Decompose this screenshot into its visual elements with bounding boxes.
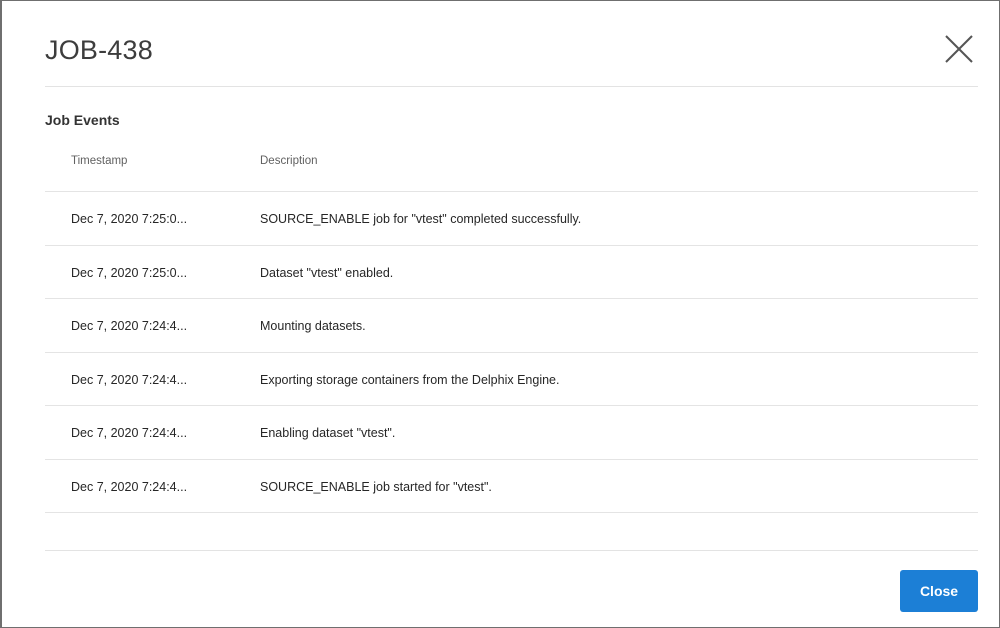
row-timestamp: Dec 7, 2020 7:25:0... (71, 265, 188, 280)
job-details-modal: JOB-438 Job Events Timestamp Description… (0, 0, 1000, 628)
row-description: SOURCE_ENABLE job for "vtest" completed … (260, 212, 582, 226)
row-description: Dataset "vtest" enabled. (260, 265, 394, 280)
footer-divider (45, 550, 978, 551)
column-header-description: Description (260, 155, 318, 167)
section-label-job-events: Job Events (45, 112, 120, 128)
modal-header: JOB-438 (45, 1, 978, 87)
row-timestamp: Dec 7, 2020 7:24:4... (71, 372, 188, 387)
table-header: Timestamp Description (45, 139, 978, 192)
modal-title: JOB-438 (45, 35, 153, 65)
row-description: Enabling dataset "vtest". (260, 426, 396, 440)
row-description: Exporting storage containers from the De… (260, 372, 560, 387)
table-row: Dec 7, 2020 7:24:4... Mounting datasets. (45, 299, 978, 353)
table-row: Dec 7, 2020 7:25:0... Dataset "vtest" en… (45, 246, 978, 299)
row-description: SOURCE_ENABLE job started for "vtest". (260, 479, 492, 494)
table-row: Dec 7, 2020 7:24:4... Exporting storage … (45, 353, 978, 406)
close-button[interactable]: Close (900, 570, 978, 612)
close-icon[interactable] (943, 33, 975, 65)
row-timestamp: Dec 7, 2020 7:24:4... (71, 319, 188, 333)
row-timestamp: Dec 7, 2020 7:24:4... (71, 479, 188, 494)
row-timestamp: Dec 7, 2020 7:24:4... (71, 426, 188, 440)
row-description: Mounting datasets. (260, 319, 366, 333)
row-timestamp: Dec 7, 2020 7:25:0... (71, 212, 188, 226)
table-row: Dec 7, 2020 7:24:4... Enabling dataset "… (45, 406, 978, 460)
job-events-table: Timestamp Description Dec 7, 2020 7:25:0… (45, 139, 978, 513)
column-header-timestamp: Timestamp (71, 155, 128, 167)
table-row: Dec 7, 2020 7:24:4... SOURCE_ENABLE job … (45, 460, 978, 513)
table-row: Dec 7, 2020 7:25:0... SOURCE_ENABLE job … (45, 192, 978, 246)
